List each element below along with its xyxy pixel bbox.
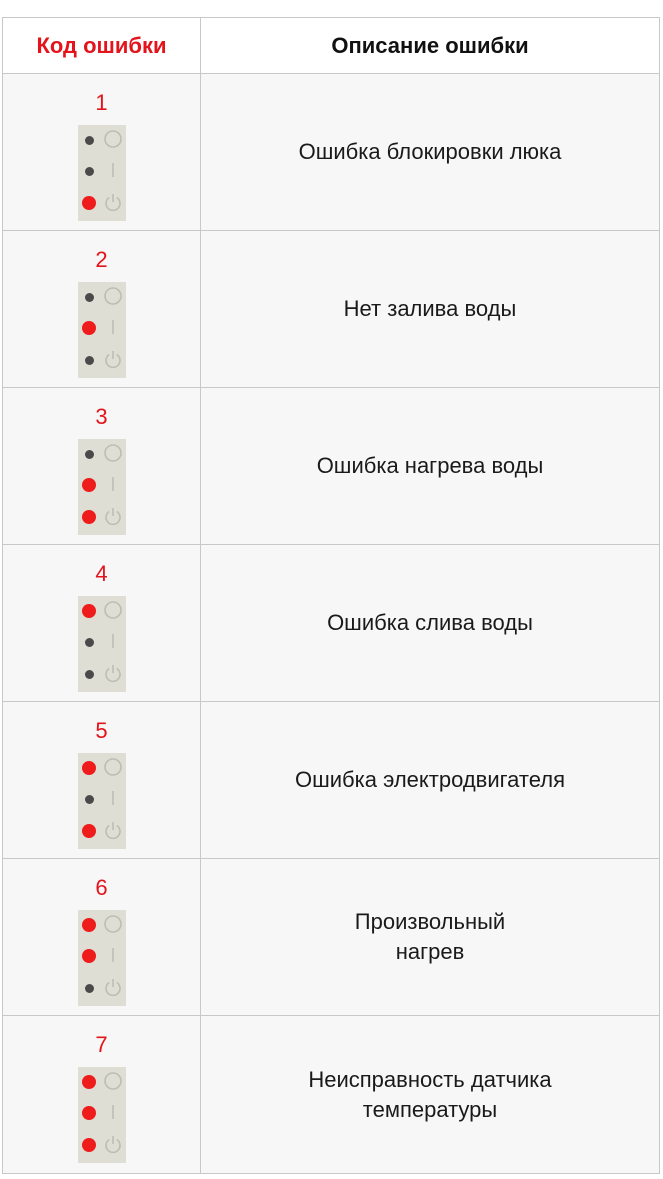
table-row: 4 Ошибка слива воды	[3, 545, 659, 702]
header-code-label: Код ошибки	[36, 32, 167, 58]
indicator-lamp-off	[84, 166, 94, 176]
description-cell: Ошибка слива воды	[201, 545, 659, 701]
indicator-lamp-on	[81, 1075, 96, 1089]
indicator-panel	[77, 596, 126, 692]
table-header-row: Код ошибки Описание ошибки	[3, 18, 659, 74]
indicator-lamp-on	[81, 478, 96, 492]
power-icon	[103, 192, 123, 212]
power-icon	[103, 506, 123, 526]
indicator-lamp-off	[84, 983, 94, 993]
code-cell: 5	[3, 702, 201, 858]
circle-icon	[103, 129, 123, 149]
line-icon	[103, 317, 123, 337]
error-code-number: 4	[95, 561, 108, 586]
line-icon	[103, 631, 123, 651]
description-cell: Ошибка блокировки люка	[201, 74, 659, 230]
table-row: 3 Ошибка нагрева воды	[3, 388, 659, 545]
indicator-lamp-on	[81, 321, 96, 335]
code-cell: 3	[3, 388, 201, 544]
error-code-number: 5	[95, 718, 108, 743]
indicator-panel	[77, 1067, 126, 1163]
power-icon	[103, 349, 123, 369]
description-cell: Нет залива воды	[201, 231, 659, 387]
indicator-lamp-on	[81, 949, 96, 963]
indicator-lamp-on	[81, 604, 96, 618]
error-code-number: 7	[95, 1032, 108, 1057]
circle-icon	[103, 443, 123, 463]
error-code-number: 2	[95, 247, 108, 272]
indicator-lamp-off	[84, 355, 94, 365]
power-icon	[103, 1134, 123, 1154]
table-row: 5 Ошибка электродвигателя	[3, 702, 659, 859]
indicator-lamp-off	[84, 449, 94, 459]
code-cell: 2	[3, 231, 201, 387]
header-cell-code: Код ошибки	[3, 18, 201, 73]
description-cell: Произвольный нагрев	[201, 859, 659, 1015]
error-description: Произвольный нагрев	[354, 909, 506, 964]
indicator-lamp-off	[84, 135, 94, 145]
line-icon	[103, 1102, 123, 1122]
error-description: Ошибка слива воды	[327, 610, 533, 635]
error-description: Неисправность датчика температуры	[308, 1066, 552, 1122]
indicator-lamp-on	[81, 918, 96, 932]
indicator-panel	[77, 125, 126, 221]
error-description: Нет залива воды	[343, 296, 517, 321]
indicator-lamp-on	[81, 824, 96, 838]
indicator-lamp-on	[81, 1106, 96, 1120]
circle-icon	[103, 1071, 123, 1091]
error-code-number: 1	[95, 90, 108, 115]
indicator-lamp-on	[81, 761, 96, 775]
table-row: 7 Неисправность датчика температуры	[3, 1016, 659, 1173]
table-row: 1 Ошибка блокировки люка	[3, 74, 659, 231]
indicator-panel	[77, 753, 126, 849]
power-icon	[103, 820, 123, 840]
error-codes-table: Код ошибки Описание ошибки 1 Ошибка блоки…	[2, 17, 660, 1174]
header-cell-description: Описание ошибки	[201, 18, 659, 73]
indicator-lamp-off	[84, 292, 94, 302]
power-icon	[103, 977, 123, 997]
table-row: 2 Нет залива воды	[3, 231, 659, 388]
code-cell: 1	[3, 74, 201, 230]
indicator-lamp-off	[84, 794, 94, 804]
table-row: 6 Произвольный нагрев	[3, 859, 659, 1016]
description-cell: Неисправность датчика температуры	[201, 1016, 659, 1173]
line-icon	[103, 474, 123, 494]
circle-icon	[103, 757, 123, 777]
indicator-lamp-on	[81, 510, 96, 524]
indicator-lamp-on	[81, 196, 96, 210]
error-code-number: 3	[95, 404, 108, 429]
indicator-panel	[77, 910, 126, 1006]
code-cell: 7	[3, 1016, 201, 1173]
line-icon	[103, 160, 123, 180]
error-description: Ошибка нагрева воды	[316, 453, 544, 478]
line-icon	[103, 945, 123, 965]
circle-icon	[103, 600, 123, 620]
indicator-panel	[77, 282, 126, 378]
line-icon	[103, 788, 123, 808]
error-code-number: 6	[95, 875, 108, 900]
indicator-lamp-off	[84, 669, 94, 679]
power-icon	[103, 663, 123, 683]
error-description: Ошибка электродвигателя	[294, 767, 566, 792]
indicator-panel	[77, 439, 126, 535]
indicator-lamp-on	[81, 1138, 96, 1152]
header-description-label: Описание ошибки	[331, 32, 529, 58]
description-cell: Ошибка электродвигателя	[201, 702, 659, 858]
indicator-lamp-off	[84, 637, 94, 647]
code-cell: 4	[3, 545, 201, 701]
circle-icon	[103, 286, 123, 306]
code-cell: 6	[3, 859, 201, 1015]
circle-icon	[103, 914, 123, 934]
error-description: Ошибка блокировки люка	[298, 139, 562, 164]
description-cell: Ошибка нагрева воды	[201, 388, 659, 544]
